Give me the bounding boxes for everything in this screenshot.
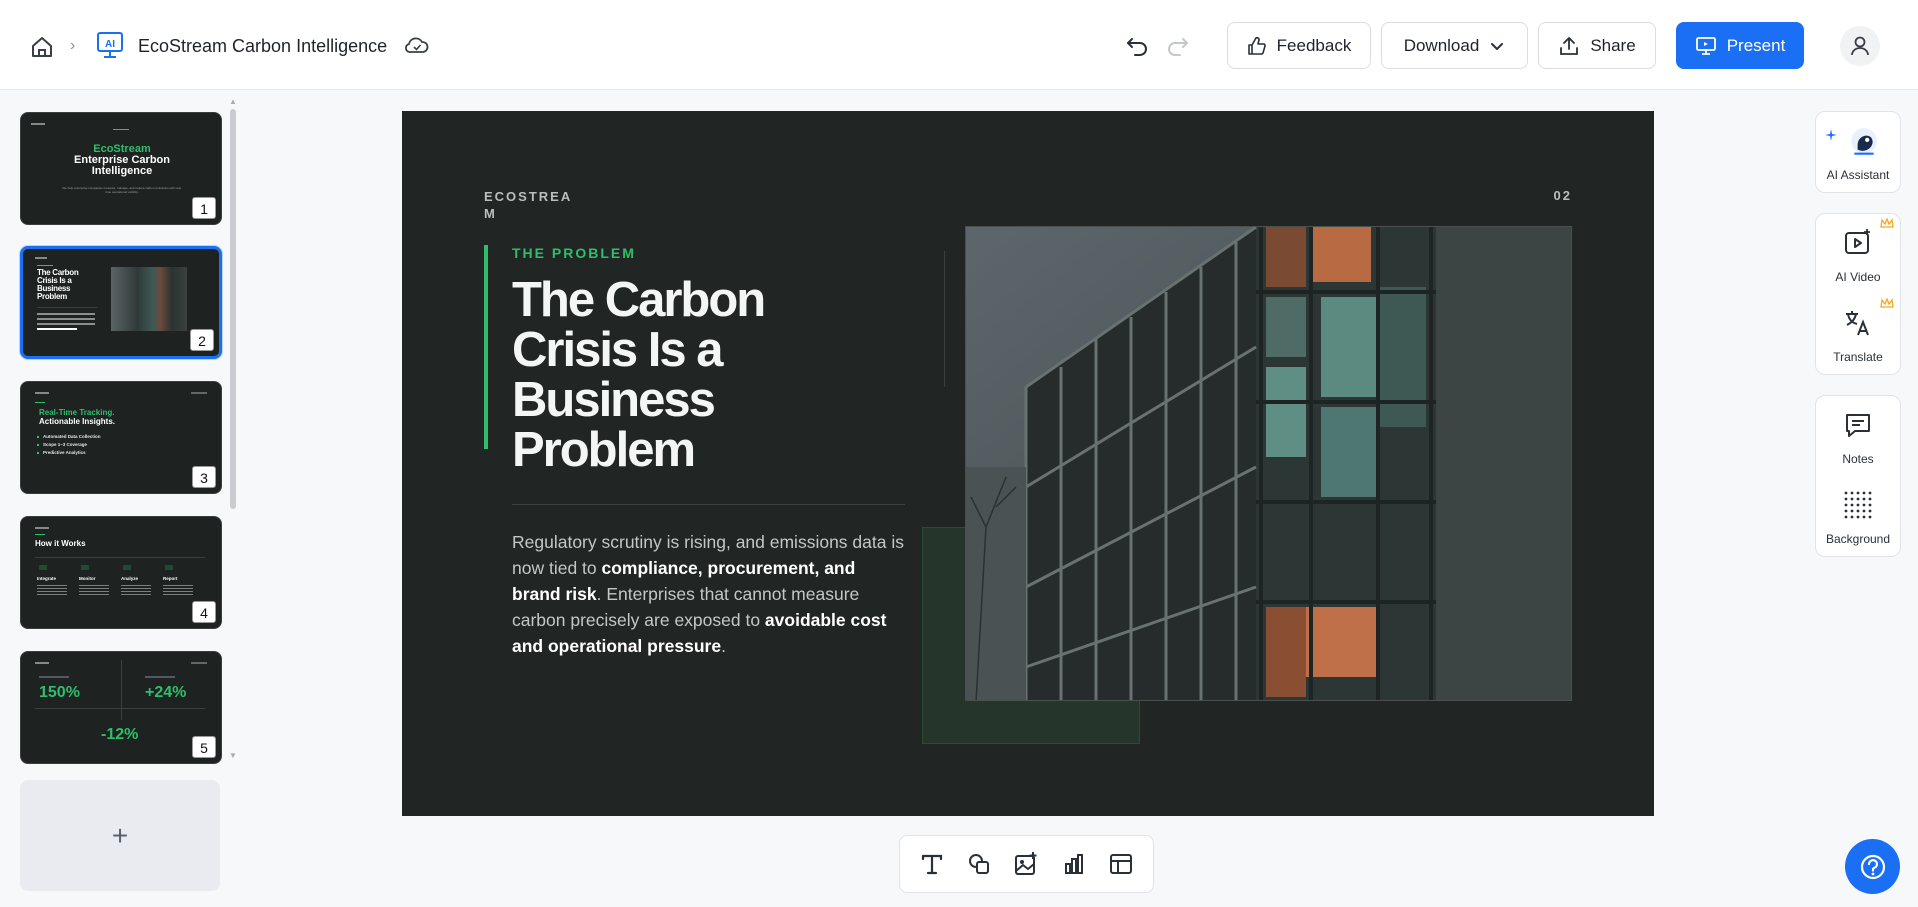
app-icon-text: AI [105,39,115,50]
slide-thumbnail-3[interactable]: Real-Time Tracking. Actionable Insights.… [20,381,222,494]
translate-button[interactable]: Translate [1816,294,1900,374]
image-add-icon[interactable] [1010,848,1042,880]
top-toolbar: › AI EcoStream Carbon Intelligence Feedb… [0,0,1918,90]
thumbnails-scrollbar[interactable] [230,109,236,509]
background-label: Background [1825,532,1891,546]
redo-icon[interactable] [1165,32,1191,58]
download-button[interactable]: Download [1381,22,1528,69]
chart-icon[interactable] [1058,848,1090,880]
slide-thumbnail-4[interactable]: How it Works Integrate Monitor Analyze R… [20,516,222,629]
thumb-4-title: How it Works [35,539,86,548]
help-icon [1860,854,1885,879]
presentation-title[interactable]: EcoStream Carbon Intelligence [138,34,387,58]
slide-page-number[interactable]: 02 [1554,188,1572,203]
thumb-3-title-green: Real-Time Tracking. [39,408,115,417]
background-grid-icon [1844,491,1872,519]
thumb-4-step-2: Monitor [79,576,96,581]
slide-thumbnail-1[interactable]: EcoStream Enterprise Carbon Intelligence… [20,112,222,225]
thumb-5-stat-2: +24% [145,684,187,701]
slide-number-1: 1 [192,197,216,219]
slide-canvas[interactable]: ECOSTREA M 02 THE PROBLEM The Carbon Cri… [402,111,1654,816]
accent-bar [484,245,488,449]
slide-brand[interactable]: ECOSTREA M [484,188,584,222]
translate-label: Translate [1833,350,1883,364]
thumb-2-title: The Carbon Crisis Is a Business Problem [37,268,79,301]
present-button[interactable]: Present [1676,22,1804,69]
slide-number-4: 4 [192,601,216,623]
slide-title[interactable]: The Carbon Crisis Is a Business Problem [512,275,892,475]
breadcrumb-separator: › [70,37,76,54]
notes-icon [1846,414,1870,437]
insert-toolbar [899,835,1154,893]
user-icon [1851,36,1869,56]
media-tools-panel: AI Video Translate [1815,213,1901,375]
ai-video-button[interactable]: AI Video [1816,214,1900,294]
thumb-5-stat-3: -12% [101,726,139,743]
scroll-up-arrow[interactable]: ▲ [229,97,237,106]
thumb-1-title: Enterprise Carbon Intelligence [74,154,170,177]
undo-icon[interactable] [1124,32,1150,58]
thumb-3-title-white: Actionable Insights. [39,417,116,426]
help-button[interactable] [1845,839,1900,894]
ai-assistant-panel: AI Assistant [1815,111,1901,193]
present-label: Present [1726,35,1786,55]
thumb-4-step-4: Report [163,576,178,581]
share-button[interactable]: Share [1538,22,1656,69]
ai-video-label: AI Video [1835,270,1881,284]
ai-video-icon [1845,229,1870,254]
slide-thumbnail-5[interactable]: 150% +24% -12% 5 [20,651,222,764]
scroll-down-arrow[interactable]: ▼ [229,751,237,760]
translate-icon [1846,311,1869,336]
body-part-3: . [721,636,726,656]
divider [512,504,905,505]
slide-body-text[interactable]: Regulatory scrutiny is rising, and emiss… [512,529,907,659]
thumb-1-subtitle: We help enterprise companies measure, ma… [62,186,182,194]
building-photo[interactable] [965,226,1572,701]
ai-assistant-label: AI Assistant [1826,168,1890,182]
home-icon[interactable] [28,33,56,61]
share-label: Share [1590,35,1636,55]
thumb-4-step-1: Integrate [37,576,57,581]
text-tool-icon[interactable] [916,848,948,880]
ai-assistant-icon [1851,128,1877,155]
share-upload-icon [1560,36,1579,55]
slide-thumbnail-2[interactable]: The Carbon Crisis Is a Business Problem … [20,246,222,359]
thumb-5-stat-1: 150% [39,684,80,701]
thumb-3-bullet-1: Automated Data Collection [43,434,101,439]
slide-number-5: 5 [192,736,216,758]
notes-button[interactable]: Notes [1816,396,1900,476]
feedback-label: Feedback [1276,35,1352,55]
slide-thumbnails-panel: EcoStream Enterprise Carbon Intelligence… [0,91,240,907]
feedback-button[interactable]: Feedback [1227,22,1371,69]
ai-presentation-icon: AI [96,30,124,60]
chevron-down-icon [1491,42,1504,50]
present-icon [1695,36,1716,55]
notes-label: Notes [1842,452,1874,466]
download-label: Download [1403,35,1480,55]
slide-number-3: 3 [192,466,216,488]
sparkle-icon [1825,129,1837,141]
background-button[interactable]: Background [1816,476,1900,556]
user-avatar[interactable] [1840,26,1880,66]
premium-crown-icon [1880,218,1894,228]
ai-assistant-button[interactable]: AI Assistant [1816,112,1900,192]
slide-tools-panel: Notes Background [1815,395,1901,557]
premium-crown-icon [1880,298,1894,308]
shapes-icon[interactable] [963,848,995,880]
slide-kicker[interactable]: THE PROBLEM [512,245,636,261]
thumb-3-bullet-2: Scope 1–3 Coverage [43,442,88,447]
thumb-3-bullet-3: Predictive Analytics [43,450,86,455]
thumb-4-step-3: Analyze [121,576,139,581]
thumbs-up-icon [1247,36,1266,55]
cloud-sync-icon[interactable] [404,33,430,59]
vertical-divider [944,251,945,387]
table-icon[interactable] [1105,848,1137,880]
add-slide-button[interactable]: + [20,780,220,891]
slide-number-2: 2 [190,329,214,351]
